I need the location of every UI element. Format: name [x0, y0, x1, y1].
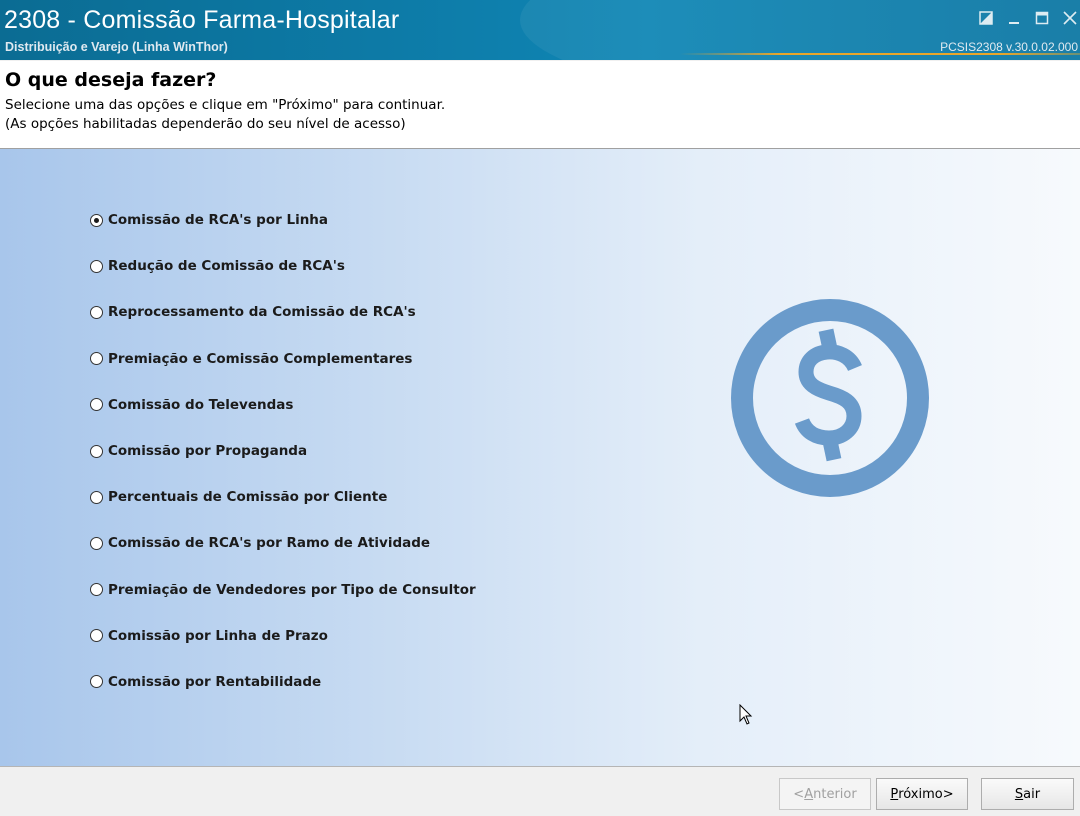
next-button-mnemonic: P	[890, 786, 899, 802]
radio-button[interactable]	[90, 352, 103, 366]
window-title: 2308 - Comissão Farma-Hospitalar	[4, 6, 400, 34]
radio-button[interactable]	[90, 213, 103, 227]
option-label[interactable]: Premiação de Vendedores por Tipo de Cons…	[108, 582, 476, 598]
option-item[interactable]: Comissão por Propaganda	[90, 428, 476, 474]
exit-button-label: air	[1023, 786, 1041, 802]
radio-button[interactable]	[90, 675, 103, 689]
wizard-header: O que deseja fazer? Selecione uma das op…	[0, 61, 1080, 149]
radio-button[interactable]	[90, 305, 103, 319]
option-label[interactable]: Comissão do Televendas	[108, 397, 293, 413]
instruction-text: Selecione uma das opções e clique em "Pr…	[5, 97, 446, 113]
option-item[interactable]: Comissão por Rentabilidade	[90, 659, 476, 705]
mouse-pointer-icon	[739, 704, 753, 725]
option-label[interactable]: Reprocessamento da Comissão de RCA's	[108, 304, 416, 320]
radio-button[interactable]	[90, 536, 103, 550]
wizard-footer: < Anterior Próximo > Sair	[0, 767, 1080, 816]
option-label[interactable]: Comissão por Rentabilidade	[108, 674, 321, 690]
radio-button[interactable]	[90, 583, 103, 597]
exit-button-mnemonic: S	[1014, 786, 1024, 802]
option-item[interactable]: Premiação de Vendedores por Tipo de Cons…	[90, 567, 476, 613]
close-icon[interactable]	[1060, 8, 1080, 28]
radio-button[interactable]	[90, 444, 103, 458]
window-controls	[976, 8, 1080, 28]
option-item[interactable]: Comissão por Linha de Prazo	[90, 613, 476, 659]
previous-button[interactable]: < Anterior	[779, 778, 871, 810]
next-button-suffix: >	[942, 786, 954, 802]
dollar-circle-icon	[731, 299, 929, 497]
previous-button-prefix: <	[793, 786, 805, 802]
option-item[interactable]: Comissão de RCA's por Ramo de Atividade	[90, 520, 476, 566]
previous-button-label: nterior	[813, 786, 857, 802]
page-title: O que deseja fazer?	[5, 69, 217, 91]
option-list: Comissão de RCA's por Linha Redução de Co…	[90, 197, 476, 705]
option-label[interactable]: Comissão por Propaganda	[108, 443, 307, 459]
version-label: PCSIS2308 v.30.0.02.000	[940, 40, 1078, 54]
radio-button[interactable]	[90, 398, 103, 412]
option-label[interactable]: Premiação e Comissão Complementares	[108, 351, 412, 367]
maximize-icon[interactable]	[1032, 8, 1052, 28]
option-label[interactable]: Comissão por Linha de Prazo	[108, 628, 328, 644]
title-bar: 2308 - Comissão Farma-Hospitalar Distrib…	[0, 0, 1080, 60]
access-note-text: (As opções habilitadas dependerão do seu…	[5, 116, 406, 132]
restore-icon[interactable]	[976, 8, 996, 28]
previous-button-mnemonic: A	[804, 786, 814, 802]
options-panel: Comissão de RCA's por Linha Redução de Co…	[0, 149, 1080, 767]
option-item[interactable]: Premiação e Comissão Complementares	[90, 336, 476, 382]
option-item[interactable]: Reprocessamento da Comissão de RCA's	[90, 289, 476, 335]
radio-button[interactable]	[90, 629, 103, 643]
exit-button[interactable]: Sair	[981, 778, 1074, 810]
option-label[interactable]: Redução de Comissão de RCA's	[108, 258, 345, 274]
minimize-icon[interactable]	[1004, 8, 1024, 28]
option-item[interactable]: Redução de Comissão de RCA's	[90, 243, 476, 289]
option-label[interactable]: Comissão de RCA's por Linha	[108, 212, 328, 228]
option-item[interactable]: Comissão de RCA's por Linha	[90, 197, 476, 243]
next-button[interactable]: Próximo >	[876, 778, 968, 810]
option-item[interactable]: Percentuais de Comissão por Cliente	[90, 474, 476, 520]
radio-button[interactable]	[90, 490, 103, 504]
window-subtitle: Distribuição e Varejo (Linha WinThor)	[5, 40, 228, 54]
option-label[interactable]: Percentuais de Comissão por Cliente	[108, 489, 387, 505]
option-label[interactable]: Comissão de RCA's por Ramo de Atividade	[108, 535, 430, 551]
next-button-label: róximo	[898, 786, 943, 802]
option-item[interactable]: Comissão do Televendas	[90, 382, 476, 428]
radio-button[interactable]	[90, 259, 103, 273]
